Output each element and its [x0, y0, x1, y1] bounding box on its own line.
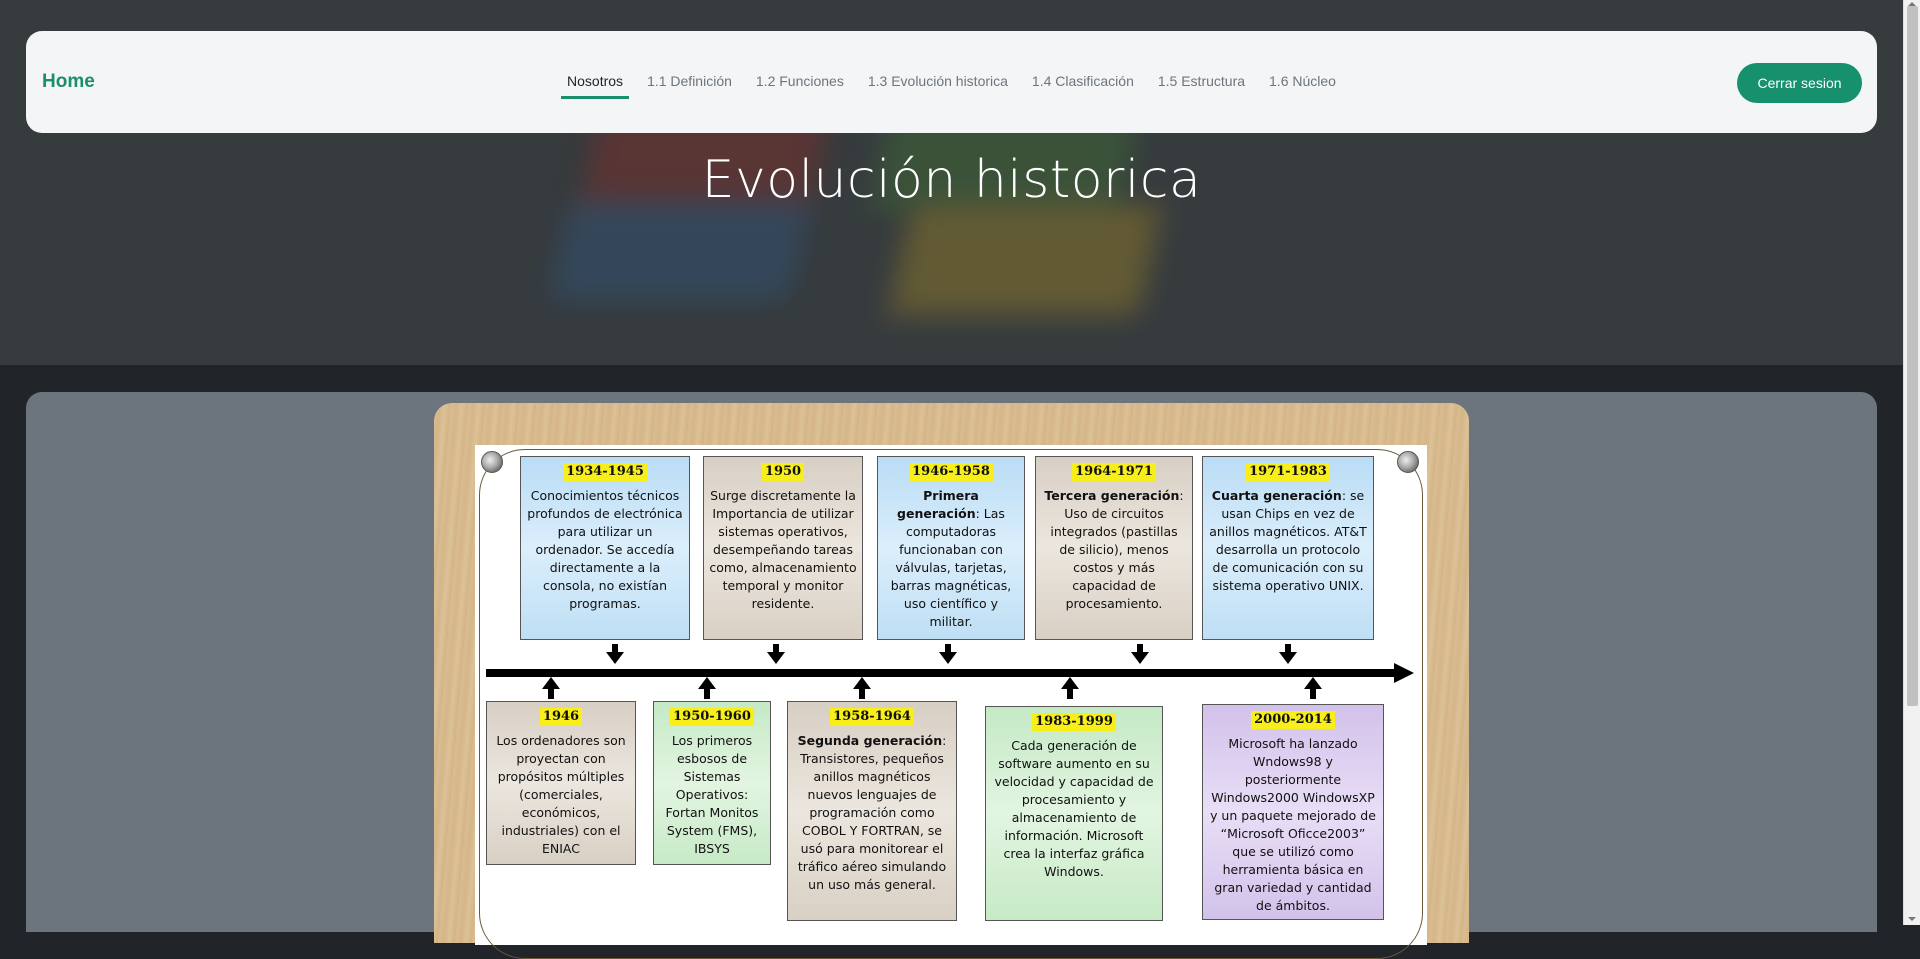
card-year: 1983-1999 [1032, 713, 1116, 731]
card-year: 2000-2014 [1251, 711, 1335, 729]
page-scrollbar[interactable] [1903, 0, 1920, 925]
card-year: 1946-1958 [909, 463, 993, 481]
timeline-card: 1950-1960 Los primeros esbosos de Sistem… [653, 701, 771, 865]
arrow-down-icon [1279, 644, 1297, 666]
card-bold: Cuarta generación [1211, 488, 1342, 503]
timeline-poster: 1934-1945 Conocimientos técnicos profund… [475, 445, 1427, 959]
nav-link-nosotros[interactable]: Nosotros [555, 73, 635, 99]
card-bold: Segunda generación [797, 733, 943, 748]
card-year: 1950-1960 [670, 708, 754, 726]
nav-link-funciones[interactable]: 1.2 Funciones [744, 73, 856, 99]
scrollbar-thumb[interactable] [1907, 6, 1918, 706]
arrow-up-icon [1304, 677, 1322, 699]
timeline-card: 1983-1999 Cada generación de software au… [985, 706, 1163, 921]
timeline-card: 1950 Surge discretamente la Importancia … [703, 456, 863, 640]
card-text: Cada generación de software aumento en s… [994, 738, 1154, 879]
card-text: Los primeros esbosos de Sistemas Operati… [665, 733, 759, 856]
card-year: 1964-1971 [1072, 463, 1156, 481]
card-year: 1950 [761, 463, 805, 481]
arrow-up-icon [853, 677, 871, 699]
card-text: Microsoft ha lanzado Wndows98 y posterio… [1210, 736, 1376, 913]
card-text: : se usan Chips en vez de anillos magnét… [1209, 488, 1367, 593]
arrow-down-icon [606, 644, 624, 666]
scroll-down-icon[interactable] [1908, 917, 1916, 921]
timeline-card: 1958-1964 Segunda generación: Transistor… [787, 701, 957, 921]
card-text: Los ordenadores son proyectan con propós… [496, 733, 626, 856]
pin-icon [1397, 451, 1419, 473]
nav-link-nucleo[interactable]: 1.6 Núcleo [1257, 73, 1348, 99]
nav-link-estructura[interactable]: 1.5 Estructura [1146, 73, 1257, 99]
nav-link-clasificacion[interactable]: 1.4 Clasificación [1020, 73, 1146, 99]
timeline-card: 1964-1971 Tercera generación: Uso de cir… [1035, 456, 1193, 640]
timeline-card: 1971-1983 Cuarta generación: se usan Chi… [1202, 456, 1374, 640]
card-bold: Tercera generación [1044, 488, 1180, 503]
timeline-axis [486, 669, 1396, 677]
card-text: Conocimientos técnicos profundos de elec… [527, 488, 683, 611]
card-year: 1958-1964 [830, 708, 914, 726]
card-year: 1934-1945 [563, 463, 647, 481]
card-text: Surge discretamente la Importancia de ut… [709, 488, 857, 611]
arrow-up-icon [698, 677, 716, 699]
arrow-down-icon [939, 644, 957, 666]
timeline-card: 1946 Los ordenadores son proyectan con p… [486, 701, 636, 865]
main-content: 1934-1945 Conocimientos técnicos profund… [26, 392, 1877, 959]
navbar: Home Nosotros 1.1 Definición 1.2 Funcion… [26, 31, 1877, 133]
card-year: 1946 [539, 708, 583, 726]
arrow-down-icon [1131, 644, 1149, 666]
nav-link-evolucion[interactable]: 1.3 Evolución historica [856, 73, 1020, 99]
arrow-up-icon [1061, 677, 1079, 699]
nav-links: Nosotros 1.1 Definición 1.2 Funciones 1.… [26, 73, 1877, 99]
timeline-card: 1934-1945 Conocimientos técnicos profund… [520, 456, 690, 640]
pin-icon [481, 451, 503, 473]
logout-button[interactable]: Cerrar sesion [1737, 63, 1862, 103]
arrow-down-icon [767, 644, 785, 666]
nav-link-definicion[interactable]: 1.1 Definición [635, 73, 744, 99]
card-text: : Uso de circuitos integrados (pastillas… [1050, 488, 1184, 611]
timeline-card: 2000-2014 Microsoft ha lanzado Wndows98 … [1202, 704, 1384, 920]
corkboard: 1934-1945 Conocimientos técnicos profund… [434, 403, 1469, 959]
arrow-up-icon [542, 677, 560, 699]
card-bold: Primera generación [897, 488, 979, 521]
card-text: : Las computadoras funcionaban con válvu… [890, 506, 1012, 629]
page-title: Evolución historica [701, 150, 1202, 210]
card-year: 1971-1983 [1246, 463, 1330, 481]
timeline-card: 1946-1958 Primera generación: Las comput… [877, 456, 1025, 640]
card-text: : Transistores, pequeños anillos magnéti… [797, 733, 947, 892]
arrow-right-icon [1394, 663, 1414, 683]
